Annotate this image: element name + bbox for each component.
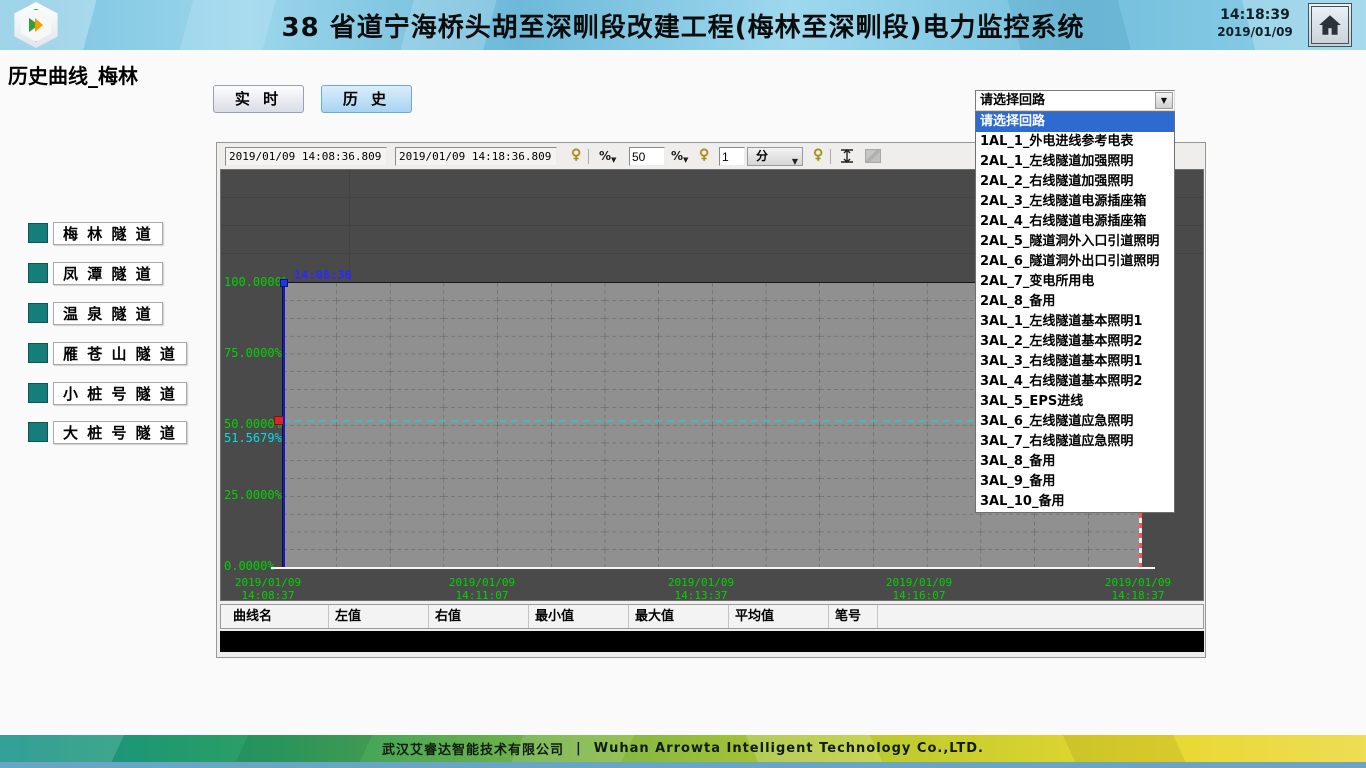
curve-table-header: 曲线名 左值 右值 最小值 最大值 平均值 笔号 — [220, 604, 1204, 629]
sidebar-item-yancangshan-tunnel[interactable]: 雁 苍 山 隧 道 — [53, 342, 187, 365]
sidebar-item-meilin-tunnel[interactable]: 梅 林 隧 道 — [53, 222, 163, 245]
x-tick-3: 2019/01/0914:16:07 — [873, 576, 965, 602]
cursor-time-label: 14:08:36 — [294, 268, 352, 282]
circuit-option[interactable]: 2AL_8_备用 — [976, 292, 1174, 312]
circuit-select-value: 请选择回路 — [980, 92, 1045, 110]
col-max-value: 最大值 — [631, 605, 729, 628]
circuit-option[interactable]: 3AL_8_备用 — [976, 452, 1174, 472]
sidebar-item-wenquan-tunnel[interactable]: 温 泉 隧 道 — [53, 302, 163, 325]
footer-bottom-stripe — [0, 762, 1366, 768]
company-logo-icon — [12, 2, 60, 48]
apply-interval-key-icon[interactable]: ♀ — [813, 147, 823, 163]
sidebar-item-xiaozhuanghao-tunnel[interactable]: 小 桩 号 隧 道 — [53, 382, 187, 405]
header: 38 省道宁海桥头胡至深甽段改建工程(梅林至深甽段)电力监控系统 14:18:3… — [0, 0, 1366, 50]
circuit-option[interactable]: 3AL_3_右线隧道基本照明1 — [976, 352, 1174, 372]
toolbar-separator — [588, 149, 589, 164]
circuit-option[interactable]: 2AL_5_隧道洞外入口引道照明 — [976, 232, 1174, 252]
x-tick-1: 2019/01/0914:11:07 — [436, 576, 528, 602]
footer-company-cn: 武汉艾睿达智能技术有限公司 — [382, 739, 564, 758]
chevron-down-icon: ▼ — [792, 153, 798, 170]
footer: 武汉艾睿达智能技术有限公司 | Wuhan Arrowta Intelligen… — [0, 735, 1366, 768]
circuit-dropdown-list: 请选择回路 1AL_1_外电进线参考电表 2AL_1_左线隧道加强照明 2AL_… — [975, 111, 1175, 513]
col-min-value: 最小值 — [531, 605, 629, 628]
circuit-option[interactable]: 3AL_5_EPS进线 — [976, 392, 1174, 412]
sidebar-item-dazhuanghao-tunnel[interactable]: 大 桩 号 隧 道 — [53, 421, 187, 444]
col-left-value: 左值 — [331, 605, 429, 628]
upper-grid-vline — [349, 170, 350, 281]
tunnel-indicator-square[interactable] — [28, 223, 48, 243]
circuit-option[interactable]: 2AL_3_左线隧道电源插座箱 — [976, 192, 1174, 212]
tunnel-indicator-square[interactable] — [28, 263, 48, 283]
fit-vertical-icon[interactable] — [839, 148, 855, 164]
start-time-field[interactable]: 2019/01/09 14:08:36.809 — [225, 147, 387, 166]
time-cursor-line[interactable] — [283, 283, 285, 568]
footer-company-bar: 武汉艾睿达智能技术有限公司 | Wuhan Arrowta Intelligen… — [0, 735, 1366, 762]
clock-time: 14:18:39 — [1210, 7, 1300, 23]
clock: 14:18:39 2019/01/09 — [1210, 7, 1300, 39]
tunnel-indicator-square[interactable] — [28, 422, 48, 442]
tunnel-indicator-square[interactable] — [28, 383, 48, 403]
circuit-option[interactable]: 3AL_4_右线隧道基本照明2 — [976, 372, 1174, 392]
tab-history[interactable]: 历 史 — [321, 85, 412, 113]
zoom-out-percent-icon[interactable]: %▼ — [599, 149, 616, 164]
time-cursor-handle[interactable] — [280, 279, 288, 287]
interval-unit-dropdown[interactable]: 分 ▼ — [747, 147, 803, 166]
page-title: 历史曲线_梅林 — [8, 60, 138, 89]
zoom-percent-input[interactable] — [629, 147, 665, 166]
circuit-option[interactable]: 1AL_1_外电进线参考电表 — [976, 132, 1174, 152]
col-right-value: 右值 — [431, 605, 529, 628]
apply-zoom-key-icon[interactable]: ♀ — [699, 147, 709, 163]
tunnel-indicator-square[interactable] — [28, 303, 48, 323]
x-tick-0: 2019/01/0914:08:37 — [222, 576, 314, 602]
disabled-tool-icon — [865, 149, 881, 163]
toolbar-separator — [830, 149, 831, 164]
x-axis-line — [271, 567, 1155, 569]
circuit-option[interactable]: 请选择回路 — [976, 112, 1174, 132]
circuit-option[interactable]: 2AL_6_隧道洞外出口引道照明 — [976, 252, 1174, 272]
circuit-option[interactable]: 2AL_1_左线隧道加强照明 — [976, 152, 1174, 172]
tunnel-indicator-square[interactable] — [28, 343, 48, 363]
sidebar-item-fengtan-tunnel[interactable]: 凤 潭 隧 道 — [53, 262, 163, 285]
col-avg-value: 平均值 — [731, 605, 829, 628]
col-pen-number: 笔号 — [831, 605, 878, 628]
home-icon — [1317, 13, 1343, 37]
circuit-option[interactable]: 3AL_6_左线隧道应急照明 — [976, 412, 1174, 432]
circuit-option[interactable]: 2AL_2_右线隧道加强照明 — [976, 172, 1174, 192]
circuit-option[interactable]: 3AL_1_左线隧道基本照明1 — [976, 312, 1174, 332]
page-header-title: 38 省道宁海桥头胡至深甽段改建工程(梅林至深甽段)电力监控系统 — [200, 0, 1166, 50]
logo-chevron-icon — [35, 18, 43, 32]
circuit-option[interactable]: 2AL_7_变电所用电 — [976, 272, 1174, 292]
x-tick-4: 2019/01/0914:18:37 — [1092, 576, 1184, 602]
curve-table-empty-row — [220, 631, 1204, 652]
circuit-select[interactable]: 请选择回路 ▼ — [975, 90, 1175, 111]
clock-date: 2019/01/09 — [1210, 25, 1300, 39]
zoom-in-percent-icon[interactable]: %▼ — [671, 149, 688, 164]
x-tick-2: 2019/01/0914:13:37 — [655, 576, 747, 602]
app-window: 38 省道宁海桥头胡至深甽段改建工程(梅林至深甽段)电力监控系统 14:18:3… — [0, 0, 1366, 768]
query-key-icon[interactable]: ♀ — [571, 147, 581, 163]
home-button[interactable] — [1308, 3, 1352, 47]
tab-realtime[interactable]: 实 时 — [213, 85, 304, 113]
end-time-field[interactable]: 2019/01/09 14:18:36.809 — [395, 147, 557, 166]
interval-value-input[interactable] — [719, 147, 745, 166]
interval-unit-value: 分 — [756, 149, 768, 163]
circuit-option[interactable]: 2AL_4_右线隧道电源插座箱 — [976, 212, 1174, 232]
footer-separator: | — [576, 741, 582, 756]
circuit-option[interactable]: 3AL_7_右线隧道应急照明 — [976, 432, 1174, 452]
circuit-option[interactable]: 3AL_9_备用 — [976, 472, 1174, 492]
chevron-down-icon[interactable]: ▼ — [1155, 92, 1173, 109]
footer-company-en: Wuhan Arrowta Intelligent Technology Co.… — [594, 741, 984, 756]
circuit-option[interactable]: 3AL_10_备用 — [976, 492, 1174, 512]
circuit-option[interactable]: 3AL_2_左线隧道基本照明2 — [976, 332, 1174, 352]
col-curve-name: 曲线名 — [229, 605, 329, 628]
